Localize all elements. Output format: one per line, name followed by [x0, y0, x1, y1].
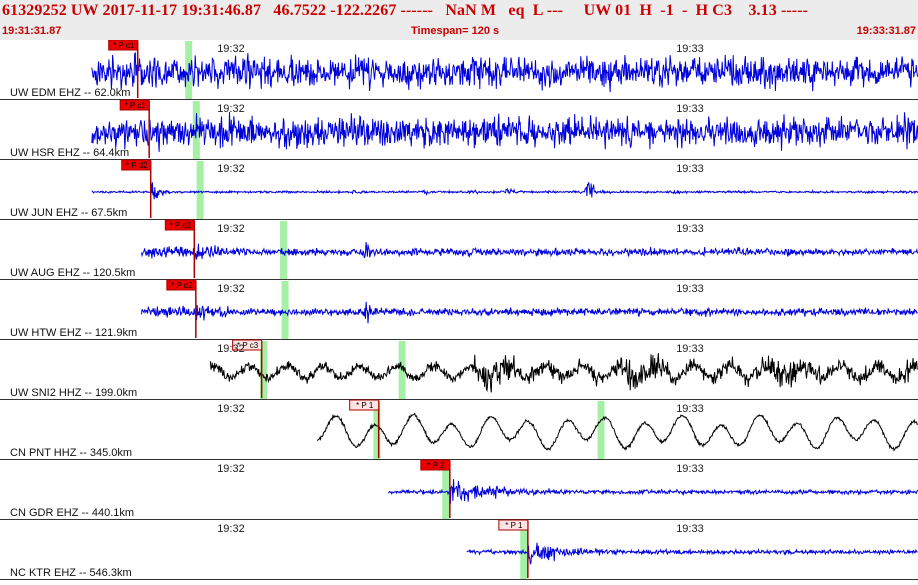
- station-label: UW JUN EHZ -- 67.5km: [10, 207, 127, 219]
- minute-label: 19:33: [676, 463, 704, 475]
- trace-row: * P 1 19:32 19:33 NC KTR EHZ -- 546.3km: [0, 519, 918, 580]
- minute-label: 19:32: [217, 463, 245, 475]
- pick-label: * P 1: [505, 521, 523, 530]
- trace-row: * P d2 19:32 19:33 UW HTW EHZ -- 121.9km: [0, 279, 918, 340]
- waveform-trace: [141, 241, 918, 260]
- minute-label: 19:33: [676, 103, 704, 115]
- waveform-plot[interactable]: * P c1 19:32 19:33UW EDM EHZ -- 62.0km* P …: [0, 39, 918, 580]
- minute-label: 19:32: [217, 43, 245, 55]
- pick-label: * P c1: [113, 41, 135, 50]
- minute-label: 19:32: [217, 403, 245, 415]
- station-label: UW EDM EHZ -- 62.0km: [10, 87, 130, 99]
- minute-label: 19:32: [217, 163, 245, 175]
- arrival-band: [196, 161, 204, 219]
- trace-row: * P c1 19:32 19:33 UW HSR EHZ -- 64.4km: [0, 99, 918, 160]
- arrival-band: [597, 401, 605, 459]
- station-label: UW HSR EHZ -- 64.4km: [10, 147, 129, 159]
- event-summary: 61329252 UW 2017-11-17 19:31:46.87 46.75…: [2, 2, 809, 19]
- minute-label: 19:33: [676, 403, 704, 415]
- waveform-trace: [141, 301, 918, 324]
- minute-label: 19:33: [676, 523, 704, 535]
- waveform-trace: [317, 412, 918, 452]
- station-label: NC KTR EHZ -- 546.3km: [10, 567, 132, 579]
- trace-row: * P c319:32 19:33UW SNI2 HHZ -- 199.0km: [0, 339, 918, 400]
- minute-label: 19:33: [676, 223, 704, 235]
- minute-label: 19:32: [217, 343, 245, 355]
- waveform-trace: [466, 542, 918, 565]
- trace-row: * P 1 19:32 19:33 CN PNT HHZ -- 345.0km: [0, 399, 918, 460]
- minute-label: 19:32: [217, 223, 245, 235]
- timespan-label: Timespan= 120 s: [411, 25, 500, 37]
- station-label: CN PNT HHZ -- 345.0km: [10, 447, 132, 459]
- minute-label: 19:32: [217, 103, 245, 115]
- pick-label: * P c1: [125, 101, 147, 110]
- station-label: UW SNI2 HHZ -- 199.0km: [10, 387, 137, 399]
- minute-label: 19:32: [217, 283, 245, 295]
- waveform-trace: [91, 51, 918, 93]
- waveform-trace: [388, 479, 918, 504]
- waveform-trace: [91, 182, 918, 200]
- pick-label: * P 1: [356, 401, 374, 410]
- trace-row: * P c1 19:32 19:33 UW EDM EHZ -- 62.0km: [0, 39, 918, 100]
- pick-label: * P d2: [126, 161, 148, 170]
- station-label: UW HTW EHZ -- 121.9km: [10, 327, 137, 339]
- waveform-trace: [209, 353, 918, 393]
- trace-row: * P d2 19:32 19:33 UW JUN EHZ -- 67.5km: [0, 159, 918, 220]
- header-bar: 61329252 UW 2017-11-17 19:31:46.87 46.75…: [0, 0, 918, 40]
- minute-label: 19:33: [676, 163, 704, 175]
- pick-label: * P d2: [171, 281, 193, 290]
- seismogram-panel[interactable]: * P c1 19:32 19:33 UW EDM EHZ -- 62.0km * P …: [0, 39, 918, 580]
- pick-label: * P d2: [169, 221, 191, 230]
- minute-label: 19:33: [676, 43, 704, 55]
- station-label: UW AUG EHZ -- 120.5km: [10, 267, 135, 279]
- minute-label: 19:33: [676, 283, 704, 295]
- pick-label: * P 2: [427, 461, 445, 470]
- trace-row: * P d2 19:32 19:33 UW AUG EHZ -- 120.5km: [0, 219, 918, 280]
- start-time: 19:31:31.87: [2, 25, 62, 37]
- minute-label: 19:32: [217, 523, 245, 535]
- minute-label: 19:33: [676, 343, 704, 355]
- waveform-trace: [91, 111, 918, 152]
- end-time: 19:33:31.87: [856, 25, 916, 37]
- trace-row: * P 2 19:32 19:33 CN GDR EHZ -- 440.1km: [0, 459, 918, 520]
- station-label: CN GDR EHZ -- 440.1km: [10, 507, 134, 519]
